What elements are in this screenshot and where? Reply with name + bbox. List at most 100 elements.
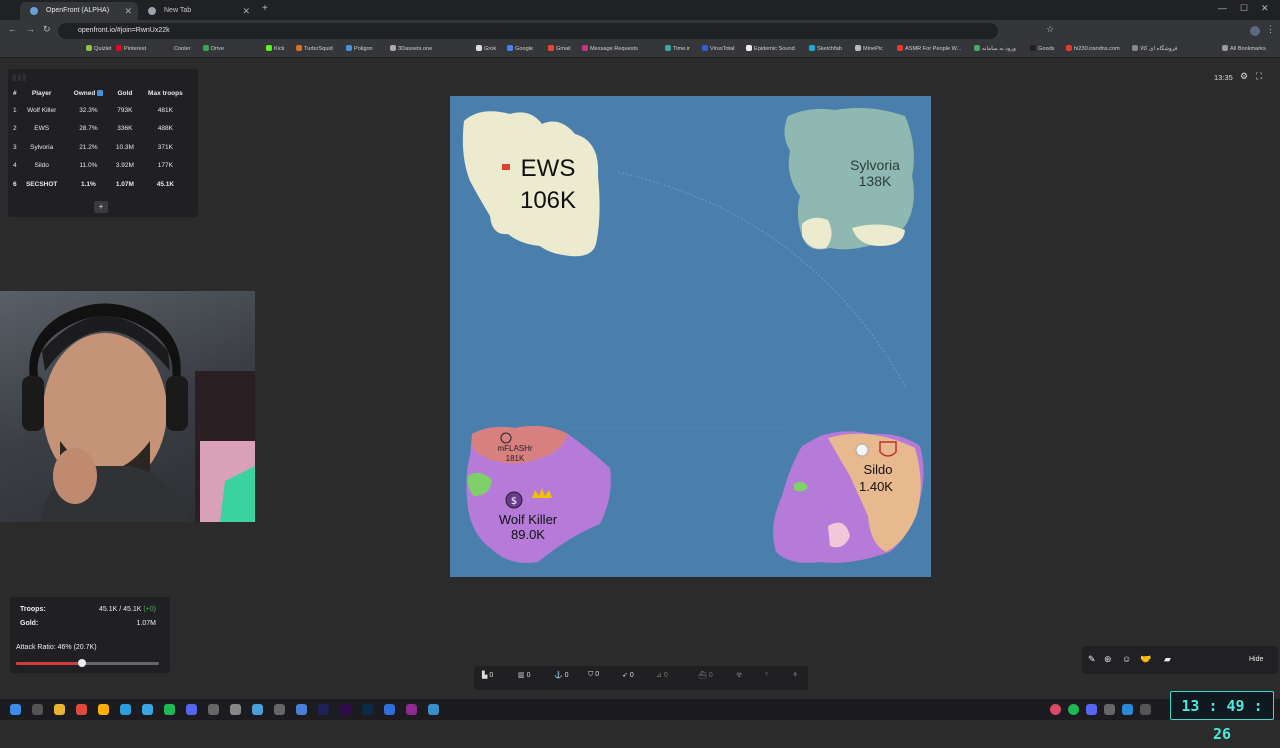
- build-sam[interactable]: ⊿ 0: [656, 671, 668, 679]
- photoshop-icon[interactable]: [362, 704, 373, 715]
- alliance-handshake-icon[interactable]: 🤝: [1140, 654, 1151, 665]
- settings-gear-icon[interactable]: ⚙: [1240, 71, 1248, 82]
- app-icon[interactable]: [230, 704, 241, 715]
- build-defense[interactable]: ⛉ 0: [588, 671, 599, 679]
- pencil-icon[interactable]: ✎: [1088, 654, 1096, 665]
- bookmark-item[interactable]: VirusTotal: [702, 45, 734, 52]
- after-effects-icon[interactable]: [318, 704, 329, 715]
- app-icon[interactable]: [406, 704, 417, 715]
- tray-icon[interactable]: [1050, 704, 1061, 715]
- bookmark-star-icon[interactable]: ☆: [1046, 24, 1054, 35]
- bookmark-item[interactable]: 3Dassets.one: [390, 45, 432, 52]
- attack-ratio-thumb[interactable]: [77, 659, 86, 667]
- close-tab-icon[interactable]: ✕: [124, 2, 132, 20]
- bookmark-item[interactable]: hi230.irandns.com: [1066, 45, 1120, 52]
- url-text: openfront.io/#join=RwnUx22k: [78, 27, 170, 34]
- app-icon[interactable]: [98, 704, 109, 715]
- new-tab-icon[interactable]: +: [262, 3, 268, 14]
- bookmark-item[interactable]: Google: [507, 45, 533, 52]
- bookmark-item[interactable]: Kick: [266, 45, 285, 52]
- hydrogen-bomb[interactable]: ♆: [764, 671, 769, 678]
- mirv-icon: ⚘: [792, 672, 799, 679]
- build-city[interactable]: ▙ 0: [482, 671, 493, 679]
- bookmark-item[interactable]: Grok: [476, 45, 496, 52]
- sort-icon[interactable]: [97, 90, 104, 96]
- bookmark-item[interactable]: ورود به سامانه: [974, 45, 1016, 52]
- app-icon[interactable]: [428, 704, 439, 715]
- spotify-icon[interactable]: [164, 704, 175, 715]
- url-field[interactable]: openfront.io/#join=RwnUx22k: [58, 23, 998, 39]
- forward-icon[interactable]: →: [26, 24, 35, 34]
- openfront-favicon-icon: [30, 7, 38, 15]
- table-row[interactable]: 1 Wolf Killer 32.3% 793K 481K: [12, 101, 192, 120]
- game-canvas[interactable]: ▮▮▮ # Player Owned Gold Max troops 1 Wol…: [0, 59, 1280, 699]
- app-icon[interactable]: [142, 704, 153, 715]
- bookmark-item[interactable]: Cooler: [166, 45, 190, 52]
- bookmark-item[interactable]: Poligon: [346, 45, 373, 52]
- attack-ratio-slider[interactable]: [16, 659, 159, 667]
- tray-icon[interactable]: [1104, 704, 1115, 715]
- app-icon[interactable]: [252, 704, 263, 715]
- app-icon[interactable]: [384, 704, 395, 715]
- reload-icon[interactable]: ↻: [43, 24, 51, 35]
- tray-icon[interactable]: [1086, 704, 1097, 715]
- all-bookmarks[interactable]: All Bookmarks: [1222, 45, 1266, 52]
- bookmark-item[interactable]: Quizlet: [86, 45, 111, 52]
- tab-openfront[interactable]: OpenFront (ALPHA) ✕: [20, 2, 138, 20]
- build-bar: ▙ 0 ▥ 0 ⚓ 0 ⛉ 0 ➶ 0 ⊿ 0 ⛴ 0 ☢ ♆ ⚘: [474, 666, 808, 690]
- tab-new-tab[interactable]: New Tab ✕: [138, 2, 256, 20]
- label-ews-name: EWS: [521, 155, 576, 182]
- telegram-icon[interactable]: [120, 704, 131, 715]
- table-row[interactable]: 2 EWS 28.7% 336K 488K: [12, 120, 192, 139]
- search-icon[interactable]: [32, 704, 43, 715]
- mirv[interactable]: ⚘: [792, 671, 798, 679]
- bookmark-item[interactable]: Pinterest: [116, 45, 146, 52]
- close-window-icon[interactable]: ✕: [1261, 3, 1269, 14]
- build-missile-silo[interactable]: ➶ 0: [622, 671, 634, 679]
- build-warship[interactable]: ⛴ 0: [698, 671, 713, 679]
- hide-button[interactable]: Hide: [1249, 656, 1263, 663]
- premiere-icon[interactable]: [340, 704, 351, 715]
- bookmark-item[interactable]: TurboSquid: [296, 45, 333, 52]
- discord-icon[interactable]: [186, 704, 197, 715]
- bookmark-item[interactable]: فروشگاه ای کالا: [1132, 45, 1177, 52]
- emoji-icon[interactable]: ☺: [1122, 654, 1131, 664]
- bookmark-item[interactable]: Time.ir: [665, 45, 690, 52]
- bookmark-item[interactable]: Drive: [203, 45, 224, 52]
- chrome-icon[interactable]: [76, 704, 87, 715]
- target-icon[interactable]: ⊛: [1104, 654, 1112, 665]
- menu-icon[interactable]: ⋮: [1266, 24, 1275, 35]
- build-port[interactable]: ⚓ 0: [554, 671, 569, 679]
- col-owned[interactable]: Owned: [66, 86, 111, 101]
- bookmark-item[interactable]: Goods: [1030, 45, 1054, 52]
- bookmark-item[interactable]: Sketchfab: [809, 45, 842, 52]
- chat-icon[interactable]: ▰: [1164, 654, 1171, 665]
- tray-icon[interactable]: [1140, 704, 1151, 715]
- game-map[interactable]: EWS 106K Sylvoria 138K mFLASHr 181K $ Wo…: [450, 96, 931, 577]
- maximize-icon[interactable]: ☐: [1240, 3, 1248, 14]
- bookmark-item[interactable]: MinePic: [855, 45, 883, 52]
- bookmark-item[interactable]: Message Requests: [582, 45, 638, 52]
- minimize-icon[interactable]: —: [1218, 3, 1227, 13]
- file-explorer-icon[interactable]: [54, 704, 65, 715]
- build-factory[interactable]: ▥ 0: [518, 671, 530, 679]
- profile-avatar[interactable]: [1250, 26, 1260, 36]
- shield-icon: ⛉: [588, 671, 594, 678]
- atom-bomb[interactable]: ☢: [736, 671, 742, 679]
- windows-start-icon[interactable]: [10, 704, 21, 715]
- bookmark-item[interactable]: ASMR For People W...: [897, 45, 961, 52]
- table-row[interactable]: 4 Sildo 11.0% 3.92M 177K: [12, 157, 192, 176]
- app-icon[interactable]: [208, 704, 219, 715]
- close-tab-icon[interactable]: ✕: [242, 2, 250, 20]
- table-row-self[interactable]: 6 SECSHOT 1.1% 1.07M 45.1K: [12, 175, 192, 194]
- fullscreen-icon[interactable]: ⛶: [1256, 71, 1262, 82]
- app-icon[interactable]: [274, 704, 285, 715]
- tray-icon[interactable]: [1122, 704, 1133, 715]
- tray-icon[interactable]: [1068, 704, 1079, 715]
- bookmark-item[interactable]: Epidemic Sound: [746, 45, 795, 52]
- back-icon[interactable]: ←: [8, 24, 17, 34]
- expand-leaderboard-button[interactable]: +: [94, 201, 108, 213]
- bookmark-item[interactable]: Gmail: [548, 45, 571, 52]
- table-row[interactable]: 3 Sylvoria 21.2% 10.3M 371K: [12, 138, 192, 157]
- app-icon[interactable]: [296, 704, 307, 715]
